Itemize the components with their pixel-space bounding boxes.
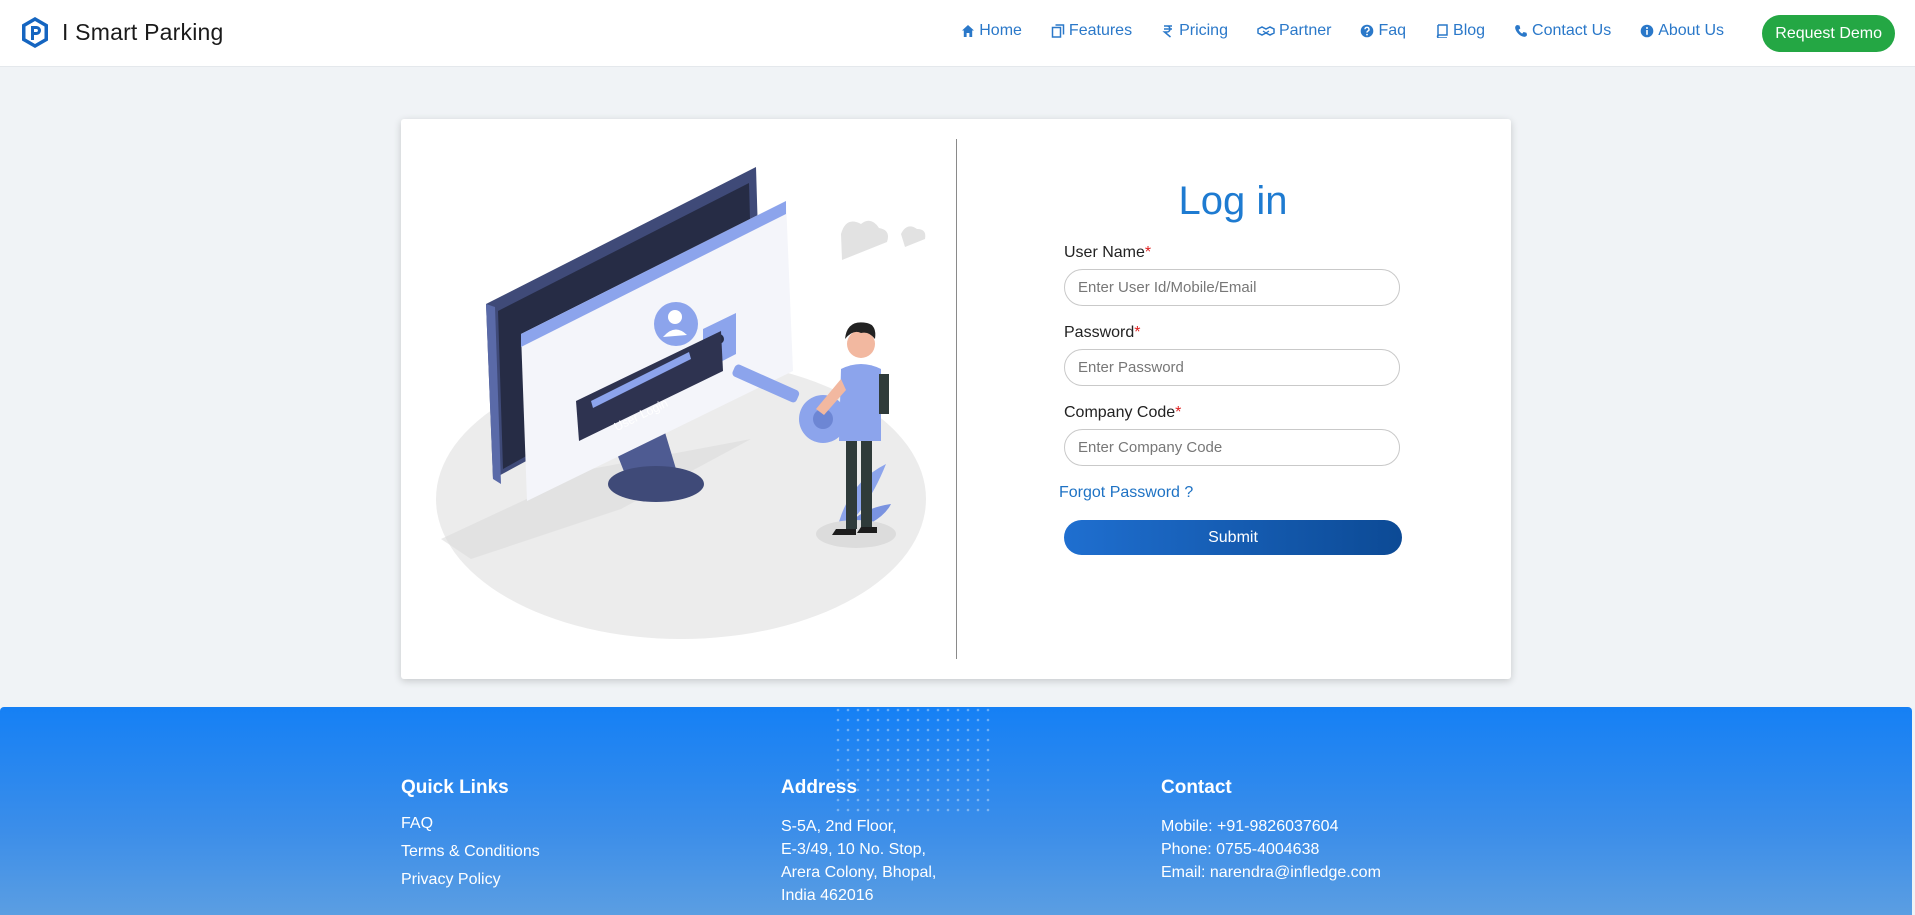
contact-title: Contact xyxy=(1161,777,1232,798)
address-line: Arera Colony, Bhopal, xyxy=(781,864,937,881)
company-code-group: Company Code* xyxy=(1064,404,1402,466)
card-divider xyxy=(956,139,957,659)
info-circle-icon xyxy=(1640,24,1654,38)
contact-section: Contact Mobile: +91-9826037604 Phone: 07… xyxy=(1161,777,1381,884)
rupee-icon xyxy=(1161,24,1175,38)
book-icon xyxy=(1435,24,1449,38)
forgot-password-link[interactable]: Forgot Password ? xyxy=(1059,484,1402,502)
phone-icon xyxy=(1514,24,1528,38)
quick-links-title: Quick Links xyxy=(401,777,509,798)
username-group: User Name* xyxy=(1064,244,1402,306)
footer-link-privacy[interactable]: Privacy Policy xyxy=(401,871,540,889)
contact-mobile: Mobile: +91-9826037604 xyxy=(1161,818,1339,835)
address-title: Address xyxy=(781,777,858,798)
question-circle-icon xyxy=(1360,24,1374,38)
nav-label-about: About Us xyxy=(1658,22,1724,39)
contact-phone: Phone: 0755-4004638 xyxy=(1161,841,1320,858)
nav-item-partner[interactable]: Partner xyxy=(1257,22,1331,40)
address-line: S-5A, 2nd Floor, xyxy=(781,818,897,835)
nav-label-contact: Contact Us xyxy=(1532,22,1612,39)
copy-icon xyxy=(1051,24,1065,38)
user-login-illustration: User Login xyxy=(436,167,926,639)
footer-link-terms[interactable]: Terms & Conditions xyxy=(401,843,540,861)
main-nav: Home Features Pricing Partner Faq Blog C… xyxy=(932,22,1724,40)
username-label: User Name* xyxy=(1064,244,1152,261)
contact-email[interactable]: Email: narendra@infledge.com xyxy=(1161,861,1381,884)
nav-item-blog[interactable]: Blog xyxy=(1435,22,1485,40)
parking-logo-icon xyxy=(22,17,48,48)
nav-label-home: Home xyxy=(979,22,1022,39)
nav-item-faq[interactable]: Faq xyxy=(1360,22,1406,40)
quick-links-section: Quick Links FAQ Terms & Conditions Priva… xyxy=(401,777,540,899)
home-icon xyxy=(961,24,975,38)
address-section: Address S-5A, 2nd Floor, E-3/49, 10 No. … xyxy=(781,777,936,907)
nav-item-features[interactable]: Features xyxy=(1051,22,1132,40)
password-input[interactable] xyxy=(1064,349,1400,386)
submit-button[interactable]: Submit xyxy=(1064,520,1402,555)
company-code-label: Company Code* xyxy=(1064,404,1182,421)
address-line: India 462016 xyxy=(781,887,874,904)
brand-name: I Smart Parking xyxy=(62,19,224,45)
nav-label-blog: Blog xyxy=(1453,22,1486,39)
handshake-icon xyxy=(1257,24,1275,38)
nav-label-pricing: Pricing xyxy=(1179,22,1228,39)
password-label: Password* xyxy=(1064,324,1141,341)
footer: Quick Links FAQ Terms & Conditions Priva… xyxy=(0,707,1912,915)
required-mark: * xyxy=(1144,244,1152,261)
nav-label-faq: Faq xyxy=(1378,22,1407,39)
address-line: E-3/49, 10 No. Stop, xyxy=(781,841,926,858)
nav-item-home[interactable]: Home xyxy=(961,22,1022,40)
login-title: Log in xyxy=(1178,179,1288,223)
login-card: User Login Log in User Name* Password* xyxy=(401,119,1511,679)
top-navbar: I Smart Parking Home Features Pricing Pa… xyxy=(0,0,1915,67)
nav-item-contact[interactable]: Contact Us xyxy=(1514,22,1611,40)
password-group: Password* xyxy=(1064,324,1402,386)
required-mark: * xyxy=(1134,324,1141,341)
brand[interactable]: I Smart Parking xyxy=(20,16,224,49)
nav-item-pricing[interactable]: Pricing xyxy=(1161,22,1228,40)
nav-item-about[interactable]: About Us xyxy=(1640,22,1724,40)
username-input[interactable] xyxy=(1064,269,1400,306)
company-code-input[interactable] xyxy=(1064,429,1400,466)
request-demo-button[interactable]: Request Demo xyxy=(1762,15,1895,52)
footer-link-faq[interactable]: FAQ xyxy=(401,815,540,833)
login-form: Log in User Name* Password* Company Code… xyxy=(1059,179,1402,555)
nav-label-partner: Partner xyxy=(1278,22,1332,39)
required-mark: * xyxy=(1175,404,1182,421)
nav-label-features: Features xyxy=(1068,22,1133,39)
